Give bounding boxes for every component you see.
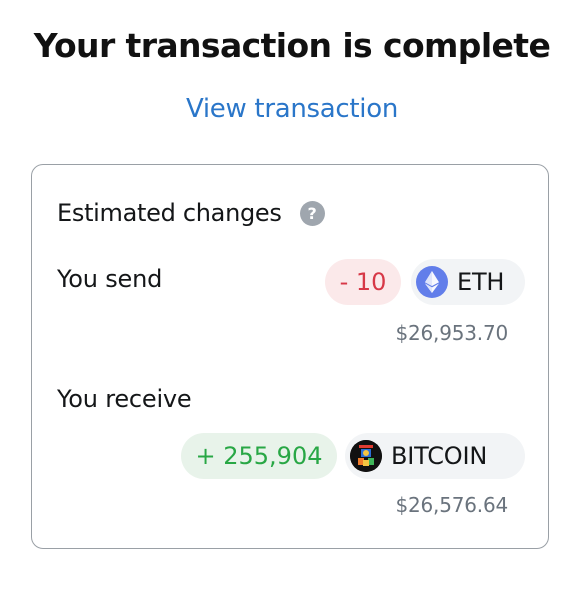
you-receive-label: You receive <box>57 385 192 413</box>
receive-amount: + 255,904 <box>195 442 323 470</box>
ethereum-logo-icon <box>416 266 448 298</box>
send-fiat-value: $26,953.70 <box>395 321 508 345</box>
receive-amount-badge: + 255,904 <box>181 433 337 479</box>
estimated-changes-card: Estimated changes ? You send - 10 ETH $2… <box>31 164 549 549</box>
bitcoin-token-logo-icon <box>350 440 382 472</box>
page-title: Your transaction is complete <box>33 26 551 65</box>
send-amount-badge: - 10 <box>325 259 401 305</box>
send-amount: - 10 <box>339 268 387 296</box>
estimated-changes-label: Estimated changes <box>57 199 282 227</box>
you-send-label: You send <box>57 265 163 293</box>
receive-token-pill[interactable]: BITCOIN <box>345 433 525 479</box>
send-token-pill[interactable]: ETH <box>411 259 525 305</box>
view-transaction-link[interactable]: View transaction <box>0 94 584 124</box>
receive-token-name: BITCOIN <box>391 442 488 470</box>
estimated-changes-header: Estimated changes ? <box>57 199 325 227</box>
send-token-name: ETH <box>457 268 505 296</box>
question-mark-icon[interactable]: ? <box>299 200 325 226</box>
receive-fiat-value: $26,576.64 <box>395 493 508 517</box>
